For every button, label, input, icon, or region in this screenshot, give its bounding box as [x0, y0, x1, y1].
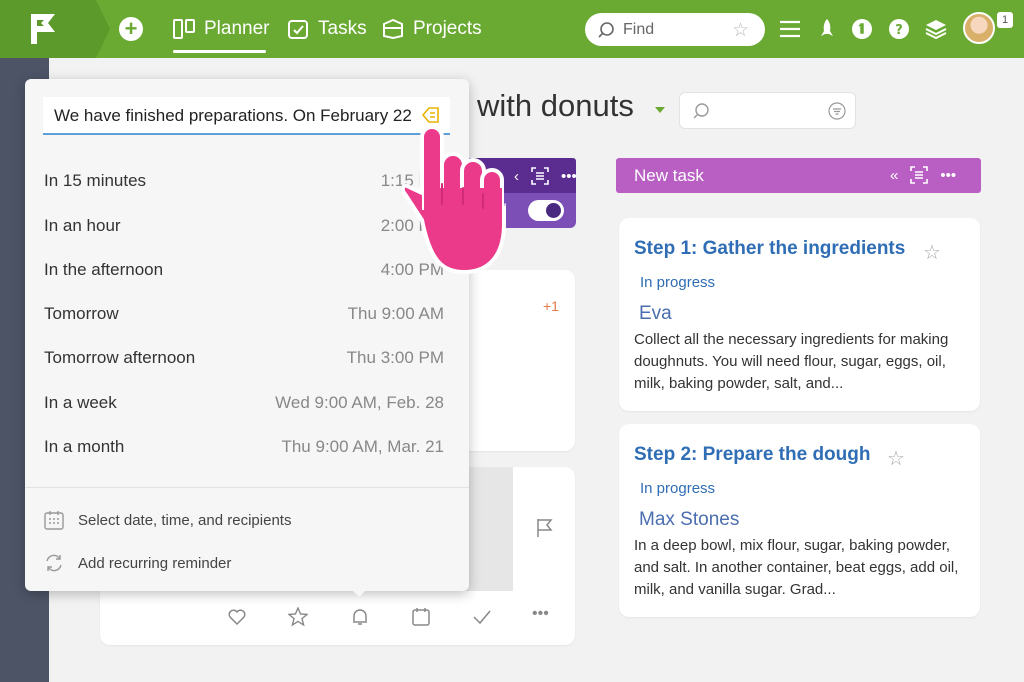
reminder-option-label: In a month	[44, 437, 125, 456]
reminder-option-time: Thu 9:00 AM, Mar. 21	[281, 437, 444, 456]
reminder-option[interactable]: Tomorrow afternoon Thu 3:00 PM	[44, 343, 444, 373]
reminder-option-label: Tomorrow afternoon	[44, 348, 196, 367]
calendar-icon	[44, 511, 64, 530]
calendar-icon[interactable]	[411, 607, 431, 627]
star-icon[interactable]: ☆	[923, 240, 941, 265]
help-icon[interactable]: ?	[887, 17, 911, 41]
more-icon[interactable]: •••	[532, 605, 549, 623]
nav-planner-label: Planner	[204, 18, 270, 39]
repeat-icon	[46, 554, 62, 572]
planner-icon	[173, 19, 195, 39]
select-date-option[interactable]: Select date, time, and recipients	[43, 508, 291, 532]
rocket-icon[interactable]	[815, 17, 839, 41]
heart-icon[interactable]	[227, 607, 247, 627]
column-scan-icon[interactable]	[531, 167, 549, 185]
board-search-input[interactable]	[679, 92, 856, 129]
reminder-option[interactable]: In the afternoon 4:00 PM	[44, 255, 444, 285]
reminder-option-label: In 15 minutes	[44, 171, 147, 190]
notification-badge: 1	[997, 12, 1013, 28]
flag-logo-icon[interactable]	[28, 12, 58, 46]
add-button[interactable]: +	[119, 17, 143, 41]
flag-icon[interactable]	[536, 518, 554, 538]
pointing-hand-cursor-icon	[402, 125, 506, 274]
svg-text:?: ?	[895, 23, 903, 38]
reminder-option-label: In an hour	[44, 216, 121, 235]
active-tab-indicator	[173, 50, 266, 53]
reminder-option[interactable]: Tomorrow Thu 9:00 AM	[44, 299, 444, 329]
tasks-icon	[288, 20, 308, 39]
projects-icon	[383, 19, 403, 39]
search-field[interactable]: Find ☆	[585, 13, 765, 46]
task-description: Collect all the necessary ingredients fo…	[634, 331, 949, 392]
column-collapse-icon[interactable]: ‹	[514, 168, 519, 185]
reminder-option[interactable]: In 15 minutes 1:15 PM	[44, 166, 444, 196]
task-status[interactable]: In progress	[640, 274, 715, 291]
menu-icon[interactable]	[778, 17, 802, 41]
column-header-new-task[interactable]: New task « •••	[616, 158, 981, 193]
task-assignee[interactable]: Eva	[639, 303, 672, 325]
nav-projects-label: Projects	[413, 18, 482, 39]
column-1-toggle[interactable]	[528, 200, 564, 221]
reminder-option[interactable]: In a month Thu 9:00 AM, Mar. 21	[44, 432, 444, 462]
user-avatar[interactable]	[963, 12, 995, 44]
filter-icon[interactable]	[828, 102, 846, 120]
reminder-option-time: Thu 3:00 PM	[346, 348, 444, 367]
column-2-title: New task	[634, 166, 704, 185]
bell-icon[interactable]	[350, 607, 370, 627]
column-more-icon[interactable]: •••	[561, 168, 577, 185]
top-bar: + Planner Tasks Projects Find ☆ ? 1	[0, 0, 1024, 58]
recurring-reminder-option[interactable]: Add recurring reminder	[43, 551, 231, 575]
column-more-icon[interactable]: •••	[940, 167, 956, 184]
check-icon[interactable]	[472, 607, 492, 627]
counter-badge: +1	[543, 298, 559, 314]
nav-projects[interactable]: Projects	[382, 0, 482, 58]
reminder-option-time: Thu 9:00 AM	[347, 304, 444, 323]
task-description: In a deep bowl, mix flour, sugar, baking…	[634, 537, 959, 598]
task-title[interactable]: Step 1: Gather the ingredients	[634, 238, 905, 260]
select-date-label: Select date, time, and recipients	[78, 511, 292, 529]
recurring-reminder-label: Add recurring reminder	[78, 554, 232, 572]
favorites-star-icon[interactable]: ☆	[732, 19, 749, 42]
star-icon[interactable]	[288, 607, 308, 627]
nav-tasks[interactable]: Tasks	[287, 0, 367, 58]
title-dropdown-caret-icon[interactable]	[655, 107, 665, 113]
task-title[interactable]: Step 2: Prepare the dough	[634, 444, 870, 466]
search-icon	[598, 21, 614, 38]
tag-icon[interactable]	[421, 106, 441, 124]
reminder-option[interactable]: In an hour 2:00 PM	[44, 211, 444, 241]
reminder-option[interactable]: In a week Wed 9:00 AM, Feb. 28	[44, 388, 444, 418]
search-placeholder: Find	[623, 20, 655, 38]
layers-icon[interactable]	[924, 17, 948, 41]
dropdown-divider	[25, 487, 469, 488]
page-title: with donuts	[477, 88, 634, 123]
reminder-option-label: In a week	[44, 393, 117, 412]
star-icon[interactable]: ☆	[887, 446, 905, 471]
reminder-text-input[interactable]: We have finished preparations. On Februa…	[43, 97, 450, 135]
task-assignee[interactable]: Max Stones	[639, 509, 739, 531]
timer-icon[interactable]	[850, 17, 874, 41]
reminder-option-label: Tomorrow	[44, 304, 119, 323]
card-action-bar: •••	[100, 591, 575, 645]
column-collapse-icon[interactable]: «	[890, 167, 898, 184]
task-status[interactable]: In progress	[640, 480, 715, 497]
task-card[interactable]: Step 1: Gather the ingredients ☆ In prog…	[619, 218, 980, 411]
search-icon	[693, 103, 709, 119]
task-card[interactable]: Step 2: Prepare the dough ☆ In progress …	[619, 424, 980, 617]
reminder-option-time: Wed 9:00 AM, Feb. 28	[275, 393, 444, 412]
reminder-option-label: In the afternoon	[44, 260, 164, 279]
nav-tasks-label: Tasks	[318, 18, 367, 39]
column-scan-icon[interactable]	[910, 166, 929, 184]
